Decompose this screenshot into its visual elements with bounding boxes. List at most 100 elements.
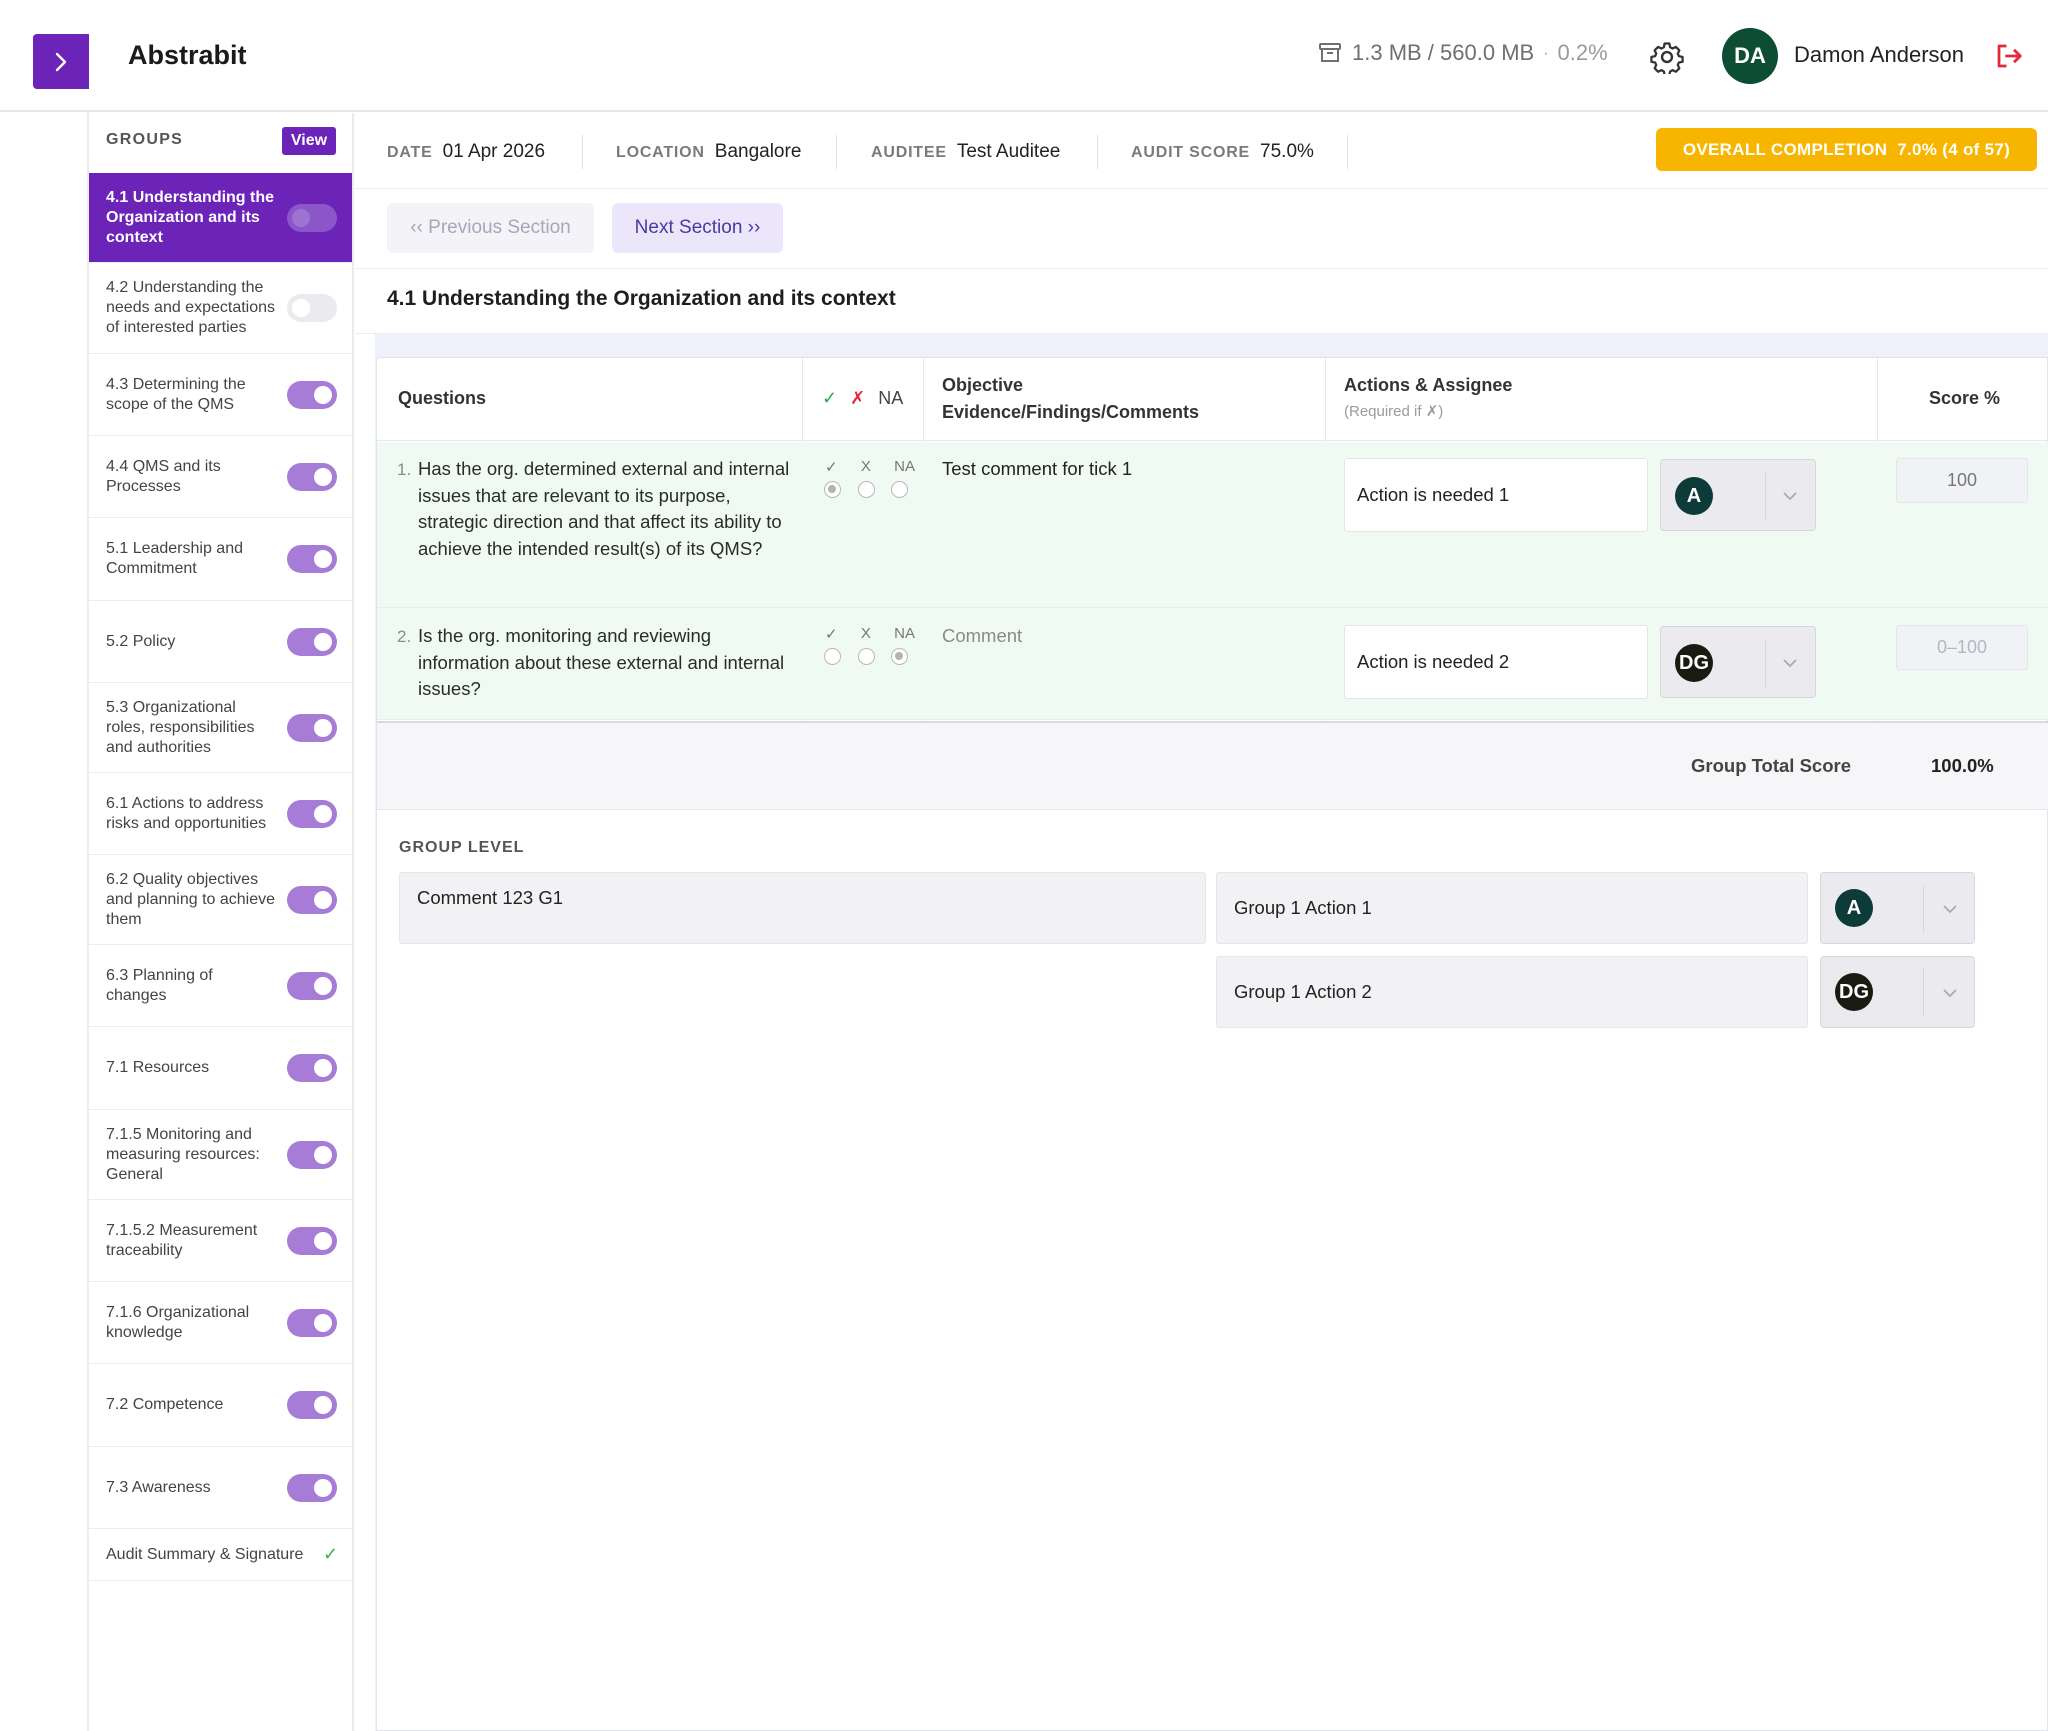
sidebar-item-4-4[interactable]: 4.4 QMS and its Processes — [89, 436, 352, 518]
sidebar-item-5-2[interactable]: 5.2 Policy — [89, 601, 352, 683]
select-divider — [1923, 969, 1924, 1017]
select-divider — [1923, 885, 1924, 933]
archive-icon — [1319, 43, 1341, 62]
radio-no[interactable] — [857, 481, 875, 498]
action-input[interactable]: Action is needed 2 — [1344, 625, 1648, 699]
meta-auditee-value: Test Auditee — [956, 141, 1061, 162]
group-toggle[interactable] — [287, 1308, 337, 1337]
audit-meta-bar: DATE 01 Apr 2026 LOCATION Bangalore AUDITE… — [355, 113, 2048, 189]
meta-location-value: Bangalore — [714, 141, 802, 162]
radio-yes[interactable] — [824, 481, 841, 498]
sidebar-item-label: 5.2 Policy — [106, 632, 176, 650]
group-action-input[interactable]: Group 1 Action 2 — [1216, 956, 1808, 1028]
action-input[interactable]: Action is needed 1 — [1344, 458, 1648, 532]
group-toggle[interactable] — [287, 294, 337, 322]
group-toggle[interactable] — [287, 1140, 337, 1169]
assignee-select[interactable]: DG — [1660, 626, 1816, 698]
left-rail — [0, 0, 89, 1731]
group-comment-input[interactable]: Comment 123 G1 — [399, 872, 1206, 944]
group-assignee-select[interactable]: DG — [1820, 956, 1975, 1028]
view-groups-button[interactable]: View — [282, 127, 336, 155]
evidence-comment[interactable]: Comment — [942, 625, 1022, 647]
score-input[interactable]: 0–100 — [1896, 625, 2028, 670]
group-toggle[interactable] — [287, 380, 337, 409]
sidebar-item-label: 5.3 Organizational roles, responsibiliti… — [106, 698, 255, 756]
meta-location: LOCATION Bangalore — [616, 141, 801, 163]
select-divider — [1765, 639, 1766, 687]
sidebar-item-6-2[interactable]: 6.2 Quality objectives and planning to a… — [89, 855, 352, 945]
sidebar-item-7-1-5-2[interactable]: 7.1.5.2 Measurement traceability — [89, 1200, 352, 1282]
group-toggle[interactable] — [287, 1473, 337, 1502]
user-avatar[interactable]: DA — [1722, 28, 1778, 84]
meta-divider — [836, 135, 837, 169]
group-assignee-select[interactable]: A — [1820, 872, 1975, 944]
group-toggle[interactable] — [287, 885, 337, 914]
select-divider — [1765, 472, 1766, 520]
score-input[interactable]: 100 — [1896, 458, 2028, 503]
assignee-avatar: A — [1675, 477, 1713, 515]
radio-na[interactable] — [891, 481, 908, 498]
group-toggle[interactable] — [287, 545, 337, 573]
meta-audit-score: AUDIT SCORE 75.0% — [1131, 141, 1314, 163]
sidebar-item-7-1[interactable]: 7.1 Resources — [89, 1027, 352, 1110]
sidebar-item-label: 4.1 Understanding the Organization and i… — [106, 188, 275, 246]
storage-indicator: 1.3 MB / 560.0 MB · 0.2% — [1318, 40, 1608, 66]
previous-section-button[interactable]: ‹‹ Previous Section — [387, 203, 594, 253]
meta-divider — [582, 135, 583, 169]
meta-date-label: DATE — [387, 144, 433, 161]
sidebar-item-7-2[interactable]: 7.2 Competence — [89, 1364, 352, 1447]
group-total-row: Group Total Score 100.0% — [377, 721, 2048, 810]
group-toggle[interactable] — [287, 971, 337, 1000]
col-options: ✓ ✗ NA — [822, 385, 903, 412]
table-header: Questions ✓ ✗ NA Objective Evidence/Find… — [377, 358, 2048, 441]
radio-yes[interactable] — [824, 648, 841, 665]
answer-radios — [824, 481, 908, 498]
sidebar-item-label: 6.3 Planning of changes — [106, 966, 213, 1004]
table-row: 1. Has the org. determined external and … — [377, 442, 2048, 608]
logout-icon[interactable] — [1994, 41, 2024, 71]
col-actions: Actions & Assignee — [1344, 375, 1513, 395]
gear-icon[interactable] — [1650, 40, 1684, 74]
meta-score-label: AUDIT SCORE — [1131, 144, 1251, 161]
sidebar-item-5-1[interactable]: 5.1 Leadership and Commitment — [89, 518, 352, 601]
radio-na[interactable] — [891, 648, 908, 665]
top-header: Abstrabit 1.3 MB / 560.0 MB · 0.2% DA Da… — [0, 0, 2048, 112]
expand-sidebar-button[interactable] — [33, 34, 89, 89]
group-toggle[interactable] — [287, 1054, 337, 1082]
sidebar-item-4-1[interactable]: 4.1 Understanding the Organization and i… — [89, 173, 352, 263]
group-action-input[interactable]: Group 1 Action 1 — [1216, 872, 1808, 944]
assignee-select[interactable]: A — [1660, 459, 1816, 531]
sidebar-item-6-3[interactable]: 6.3 Planning of changes — [89, 945, 352, 1027]
sidebar-item-5-3[interactable]: 5.3 Organizational roles, responsibiliti… — [89, 683, 352, 773]
group-level-heading: GROUP LEVEL — [399, 839, 525, 856]
meta-location-label: LOCATION — [616, 144, 705, 161]
group-toggle[interactable] — [287, 713, 337, 742]
option-na-label: NA — [894, 625, 915, 642]
sidebar-item-audit-summary[interactable]: Audit Summary & Signature ✓ — [89, 1529, 352, 1581]
sidebar-item-7-1-5[interactable]: 7.1.5 Monitoring and measuring resources… — [89, 1110, 352, 1200]
assignee-avatar: DG — [1835, 973, 1873, 1011]
question-text: Is the org. monitoring and reviewing inf… — [418, 625, 785, 699]
col-na: NA — [878, 388, 904, 408]
sidebar-item-label: 4.3 Determining the scope of the QMS — [106, 375, 246, 413]
sidebar-item-7-1-6[interactable]: 7.1.6 Organizational knowledge — [89, 1282, 352, 1364]
group-toggle[interactable] — [287, 462, 337, 491]
evidence-comment[interactable]: Test comment for tick 1 — [942, 458, 1132, 480]
option-yes-label: ✓ — [825, 626, 838, 643]
question-number: 2. — [397, 627, 412, 646]
sidebar-item-4-3[interactable]: 4.3 Determining the scope of the QMS — [89, 354, 352, 436]
sidebar-item-4-2[interactable]: 4.2 Understanding the needs and expectat… — [89, 263, 352, 354]
sidebar-item-6-1[interactable]: 6.1 Actions to address risks and opportu… — [89, 773, 352, 855]
group-total-label: Group Total Score — [1691, 755, 1852, 776]
group-toggle[interactable] — [287, 1226, 337, 1255]
meta-divider — [1097, 135, 1098, 169]
next-section-button[interactable]: Next Section ›› — [612, 203, 783, 253]
group-toggle[interactable] — [287, 1391, 337, 1419]
group-toggle[interactable] — [287, 627, 337, 656]
group-toggle[interactable] — [287, 203, 337, 232]
sidebar-item-label: 7.1 Resources — [106, 1059, 210, 1076]
sidebar-item-7-3[interactable]: 7.3 Awareness — [89, 1447, 352, 1529]
radio-no[interactable] — [857, 648, 875, 665]
option-na-label: NA — [894, 458, 915, 475]
group-toggle[interactable] — [287, 799, 337, 828]
